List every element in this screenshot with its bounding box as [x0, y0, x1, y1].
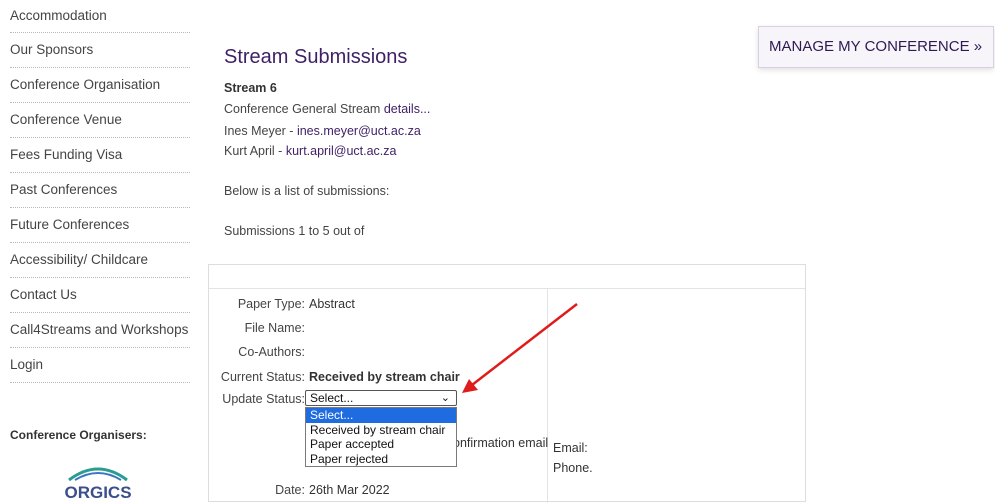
- paper-type-value: Abstract: [309, 297, 355, 311]
- chair-2: Kurt April - kurt.april@uct.ac.za: [224, 144, 396, 158]
- update-status-dropdown: Select... Received by stream chair Paper…: [305, 407, 457, 467]
- chair-1-email-link[interactable]: ines.meyer@uct.ac.za: [297, 124, 421, 138]
- manage-conference-button[interactable]: MANAGE MY CONFERENCE »: [758, 26, 994, 68]
- details-link[interactable]: details...: [384, 102, 431, 116]
- sidebar-item-organisation[interactable]: Conference Organisation: [10, 68, 190, 103]
- sidebar-item-accessibility[interactable]: Accessibility/ Childcare: [10, 243, 190, 278]
- current-status-value: Received by stream chair: [309, 370, 460, 384]
- file-name-label: File Name:: [244, 321, 305, 335]
- submission-count: Submissions 1 to 5 out of: [224, 224, 365, 238]
- sidebar-item-past-conferences[interactable]: Past Conferences: [10, 173, 190, 208]
- stream-description: Conference General Stream details...: [224, 102, 430, 116]
- phone-label: Phone.: [553, 461, 593, 475]
- submission-card-header: [209, 265, 805, 289]
- chair-2-email-link[interactable]: kurt.april@uct.ac.za: [286, 144, 397, 158]
- update-status-select[interactable]: Select... ⌄: [305, 390, 457, 406]
- current-status-label: Current Status:: [220, 370, 305, 384]
- sidebar-item-sponsors[interactable]: Our Sponsors: [10, 33, 190, 68]
- status-option-select[interactable]: Select...: [306, 408, 456, 423]
- list-intro: Below is a list of submissions:: [224, 184, 390, 198]
- organisers-heading: Conference Organisers:: [10, 428, 147, 442]
- submission-card: Paper Type: Abstract File Name: Co-Autho…: [208, 264, 806, 503]
- sidebar-item-contact[interactable]: Contact Us: [10, 278, 190, 313]
- sidebar-item-accommodation[interactable]: Accommodation: [10, 0, 190, 33]
- co-authors-label: Co-Authors:: [238, 345, 305, 359]
- orgics-logo[interactable]: ORGICS: [55, 456, 141, 502]
- status-option-rejected[interactable]: Paper rejected: [306, 452, 456, 467]
- status-option-received[interactable]: Received by stream chair: [306, 423, 456, 438]
- page-title: Stream Submissions: [224, 46, 408, 68]
- chair-1-name: Ines Meyer -: [224, 124, 297, 138]
- stream-desc-text: Conference General Stream: [224, 102, 384, 116]
- sidebar-nav: Accommodation Our Sponsors Conference Or…: [10, 0, 190, 383]
- sidebar-item-fees[interactable]: Fees Funding Visa: [10, 138, 190, 173]
- update-status-selected: Select...: [310, 391, 354, 405]
- email-label: Email:: [553, 441, 588, 455]
- status-option-accepted[interactable]: Paper accepted: [306, 437, 456, 452]
- sidebar-item-call4streams[interactable]: Call4Streams and Workshops: [10, 313, 190, 348]
- chevron-down-icon: ⌄: [440, 392, 450, 404]
- chair-2-name: Kurt April -: [224, 144, 286, 158]
- update-status-label: Update Status:: [222, 392, 305, 406]
- sidebar-item-login[interactable]: Login: [10, 348, 190, 383]
- card-column-divider: [547, 288, 548, 503]
- sidebar-item-venue[interactable]: Conference Venue: [10, 103, 190, 138]
- confirmation-email-text: onfirmation email: [453, 436, 549, 450]
- chair-1: Ines Meyer - ines.meyer@uct.ac.za: [224, 124, 421, 138]
- sidebar-item-future-conferences[interactable]: Future Conferences: [10, 208, 190, 243]
- stream-name: Stream 6: [224, 81, 277, 95]
- date-label: Date:: [275, 483, 305, 497]
- paper-type-label: Paper Type:: [237, 297, 305, 311]
- logo-text: ORGICS: [64, 483, 131, 502]
- date-value: 26th Mar 2022: [309, 483, 390, 497]
